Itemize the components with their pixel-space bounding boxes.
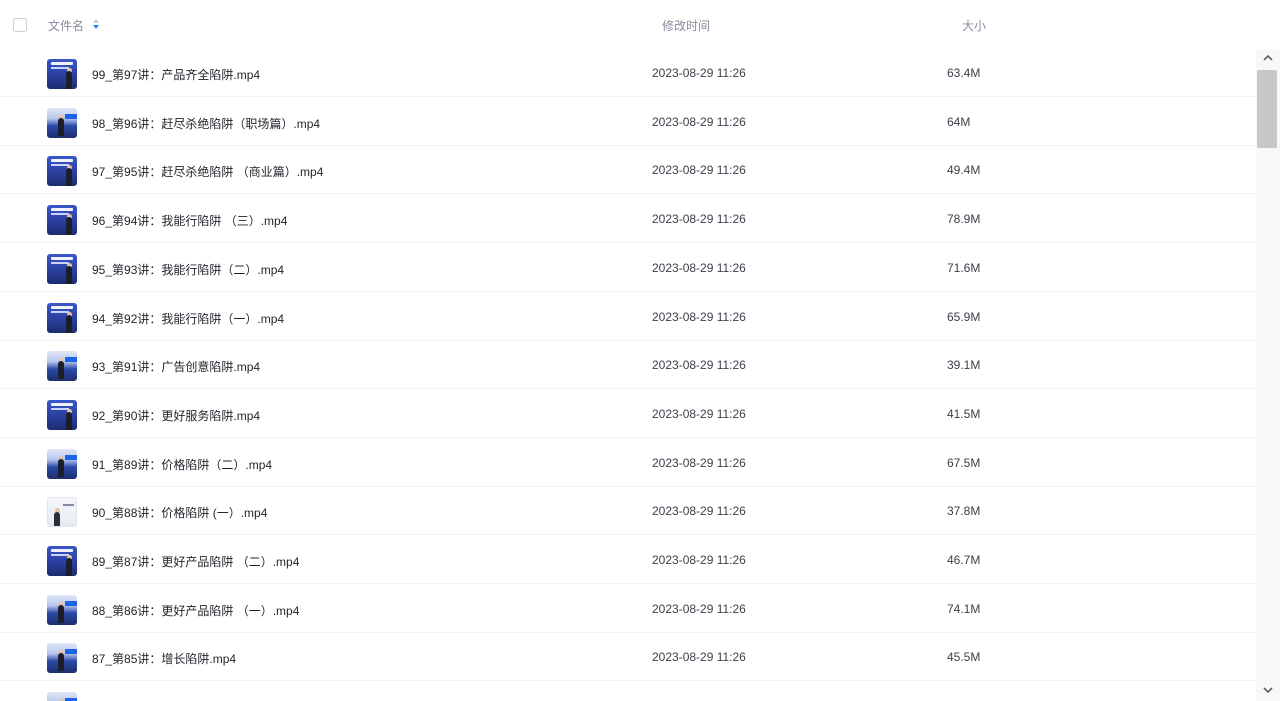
file-modified-time: 2023-08-29 11:26	[652, 504, 746, 519]
column-header-modified-time[interactable]: 修改时间	[662, 17, 710, 34]
file-row[interactable]: 94_第92讲：我能行陷阱（一）.mp4 2023-08-29 11:26 65.9…	[0, 293, 1256, 341]
file-name[interactable]: 91_第89讲：价格陷阱（二）.mp4	[92, 456, 272, 473]
file-size: 41.5M	[947, 406, 981, 421]
file-size: 71.6M	[947, 260, 981, 275]
video-thumbnail[interactable]	[47, 59, 77, 89]
file-row[interactable]: 91_第89讲：价格陷阱（二）.mp4 2023-08-29 11:26 67.5M	[0, 439, 1256, 487]
file-name[interactable]: 93_第91讲：广告创意陷阱.mp4	[92, 358, 260, 375]
video-thumbnail[interactable]	[47, 205, 77, 236]
file-list-header: 文件名 修改时间 大小	[0, 0, 1280, 48]
file-modified-time: 2023-08-29 11:26	[652, 163, 746, 178]
file-size: 74.1M	[947, 601, 981, 616]
file-list: 99_第97讲：产品齐全陷阱.mp4 2023-08-29 11:26 63.4M 9…	[0, 49, 1256, 701]
chevron-down-icon[interactable]	[1262, 684, 1274, 696]
file-modified-time: 2023-08-29 11:26	[652, 260, 746, 275]
file-row[interactable]: 87_第85讲：增长陷阱.mp4 2023-08-29 11:26 45.5M	[0, 633, 1256, 682]
file-name[interactable]: 89_第87讲：更好产品陷阱 （二）.mp4	[92, 553, 299, 570]
file-row[interactable]: 98_第96讲：赶尽杀绝陷阱（职场篇）.mp4 2023-08-29 11:26 6…	[0, 98, 1256, 146]
file-size: 46.7M	[947, 553, 981, 567]
file-size: 37.8M	[947, 504, 981, 519]
file-name[interactable]: 88_第86讲：更好产品陷阱 （一）.mp4	[92, 602, 299, 619]
file-name[interactable]: 99_第97讲：产品齐全陷阱.mp4	[92, 66, 260, 83]
file-modified-time: 2023-08-29 11:26	[652, 650, 746, 665]
file-name[interactable]: 95_第93讲：我能行陷阱（二）.mp4	[92, 261, 284, 278]
file-row[interactable]: 89_第87讲：更好产品陷阱 （二）.mp4 2023-08-29 11:26 46…	[0, 536, 1256, 584]
file-name[interactable]: 87_第85讲：增长陷阱.mp4	[92, 650, 236, 667]
video-thumbnail[interactable]	[47, 302, 77, 333]
scrollbar-thumb[interactable]	[1257, 70, 1277, 148]
video-thumbnail[interactable]	[47, 497, 77, 528]
file-size: 65.9M	[947, 309, 981, 324]
file-size: 39.1M	[947, 358, 981, 373]
video-thumbnail[interactable]	[47, 107, 77, 138]
file-modified-time: 2023-08-29 11:26	[652, 309, 746, 324]
file-size: 45.5M	[947, 650, 981, 665]
video-thumbnail[interactable]	[47, 156, 77, 187]
sort-ascending-icon[interactable]	[91, 18, 101, 30]
file-modified-time: 2023-08-29 11:26	[652, 358, 746, 373]
chevron-up-icon[interactable]	[1262, 52, 1274, 64]
file-name[interactable]: 96_第94讲：我能行陷阱 （三）.mp4	[92, 212, 287, 229]
video-thumbnail[interactable]	[47, 448, 77, 479]
file-name[interactable]: 94_第92讲：我能行陷阱（一）.mp4	[92, 310, 284, 327]
file-name[interactable]: 98_第96讲：赶尽杀绝陷阱（职场篇）.mp4	[92, 115, 320, 132]
file-row[interactable]: 92_第90讲：更好服务陷阱.mp4 2023-08-29 11:26 41.5M	[0, 390, 1256, 438]
file-row[interactable]: 88_第86讲：更好产品陷阱 （一）.mp4 2023-08-29 11:26 74…	[0, 585, 1256, 633]
file-row[interactable]: 96_第94讲：我能行陷阱 （三）.mp4 2023-08-29 11:26 78.…	[0, 195, 1256, 244]
file-size: 49.4M	[947, 163, 981, 178]
video-thumbnail[interactable]	[47, 253, 77, 284]
file-size: 64M	[947, 114, 971, 129]
file-row[interactable]: 93_第91讲：广告创意陷阱.mp4 2023-08-29 11:26 39.1M	[0, 341, 1256, 390]
video-thumbnail[interactable]	[47, 594, 77, 625]
file-modified-time: 2023-08-29 11:26	[652, 601, 746, 616]
file-row[interactable]: 90_第88讲：价格陷阱 (一）.mp4 2023-08-29 11:26 37.8…	[0, 487, 1256, 536]
file-row[interactable]: 97_第95讲：赶尽杀绝陷阱 （商业篇）.mp4 2023-08-29 11:26…	[0, 146, 1256, 195]
file-row[interactable]	[0, 682, 1256, 701]
file-row[interactable]: 95_第93讲：我能行陷阱（二）.mp4 2023-08-29 11:26 71.6…	[0, 244, 1256, 292]
video-thumbnail[interactable]	[47, 546, 77, 576]
file-row[interactable]: 99_第97讲：产品齐全陷阱.mp4 2023-08-29 11:26 63.4M	[0, 49, 1256, 97]
file-modified-time: 2023-08-29 11:26	[652, 406, 746, 421]
file-modified-time: 2023-08-29 11:26	[652, 114, 746, 129]
select-all-checkbox[interactable]	[13, 18, 27, 32]
file-modified-time: 2023-08-29 11:26	[652, 66, 746, 80]
file-name[interactable]: 90_第88讲：价格陷阱 (一）.mp4	[92, 504, 267, 521]
file-name[interactable]: 92_第90讲：更好服务陷阱.mp4	[92, 407, 260, 424]
file-modified-time: 2023-08-29 11:26	[652, 455, 746, 470]
column-header-size[interactable]: 大小	[962, 17, 986, 34]
column-header-name[interactable]: 文件名	[48, 17, 84, 34]
file-modified-time: 2023-08-29 11:26	[652, 212, 746, 227]
video-thumbnail[interactable]	[47, 399, 77, 430]
video-thumbnail[interactable]	[47, 692, 77, 701]
file-size: 67.5M	[947, 455, 981, 470]
file-size: 78.9M	[947, 212, 981, 227]
file-modified-time: 2023-08-29 11:26	[652, 553, 746, 567]
video-thumbnail[interactable]	[47, 643, 77, 674]
file-size: 63.4M	[947, 66, 981, 80]
file-name[interactable]: 97_第95讲：赶尽杀绝陷阱 （商业篇）.mp4	[92, 163, 323, 180]
video-thumbnail[interactable]	[47, 351, 77, 382]
